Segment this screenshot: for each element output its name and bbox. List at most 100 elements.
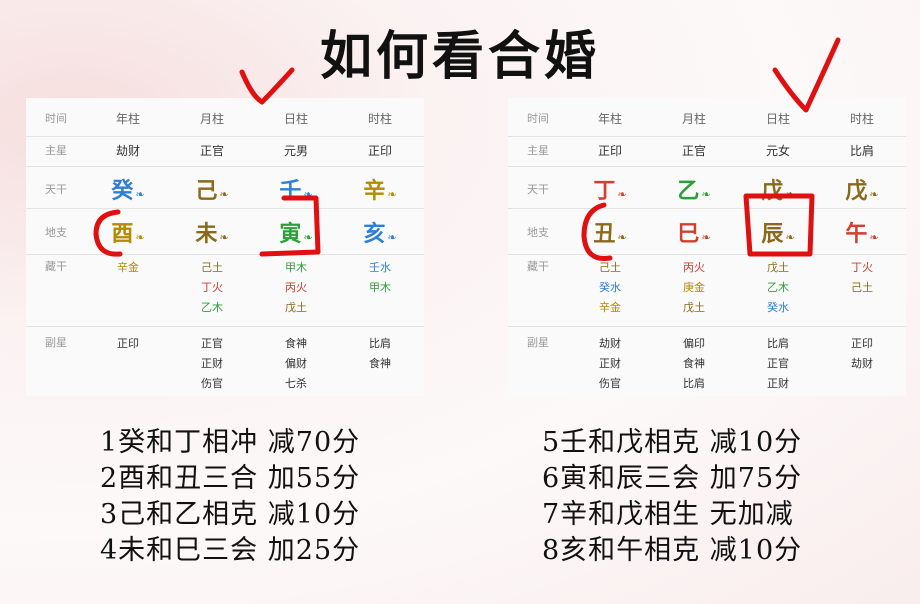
branch-char: 酉 bbox=[111, 222, 134, 247]
rule-6: 6寅和辰三会 加75分 bbox=[542, 463, 803, 494]
earthly-branch: 巳 ❧ bbox=[652, 216, 736, 248]
earthly-branch: 午 ❧ bbox=[820, 216, 904, 248]
bazi-chart-male: 时间 年柱 月柱 日柱 时柱 主星 劫财 正官 元男 正印 天干癸 ❧ 己 ❧ 壬 ❧ 辛 ❧ 地支酉 ❧ 未 ❧ 寅 ❧ 亥 ❧… bbox=[26, 98, 424, 396]
sub-star: 食神 bbox=[285, 337, 307, 350]
sub-star: 正财 bbox=[767, 377, 789, 390]
heavenly-stem: 乙 ❧ bbox=[652, 173, 736, 205]
left-row-main: 主星 劫财 正官 元男 正印 bbox=[26, 142, 424, 159]
main-star: 比肩 bbox=[849, 144, 874, 158]
divider-line bbox=[26, 136, 424, 137]
hidden-stem: 甲木 bbox=[369, 281, 391, 294]
right-row-head: 时间 年柱 月柱 日柱 时柱 bbox=[508, 110, 906, 127]
left-row-zhi: 地支酉 ❧ 未 ❧ 寅 ❧ 亥 ❧ bbox=[26, 212, 424, 252]
main-star: 正印 bbox=[597, 144, 622, 158]
hidden-stem: 丙火 bbox=[683, 261, 705, 274]
stem-char: 戊 bbox=[845, 179, 868, 204]
sub-star: 劫财 bbox=[599, 337, 621, 350]
sub-stars: 正印 劫财 bbox=[820, 334, 904, 394]
row-label: 副星 bbox=[45, 336, 67, 349]
sub-star: 七杀 bbox=[285, 377, 307, 390]
right-row-main: 主星 正印 正官 元女 比肩 bbox=[508, 142, 906, 159]
rule-8: 8亥和午相克 减10分 bbox=[542, 535, 803, 566]
element-icon: ❧ bbox=[135, 188, 145, 201]
hidden-stem: 壬水 bbox=[369, 261, 391, 274]
left-row-fu: 副星 正印 正官 正财 伤官 食神 偏财 七杀 比肩 食神 bbox=[26, 334, 424, 394]
sub-stars: 偏印 食神 比肩 bbox=[652, 334, 736, 394]
sub-star: 正印 bbox=[851, 337, 873, 350]
row-label: 主星 bbox=[45, 144, 67, 157]
rule-5: 5壬和戊相克 减10分 bbox=[542, 427, 803, 458]
main-star: 正官 bbox=[681, 144, 706, 158]
row-label: 藏干 bbox=[45, 260, 67, 273]
rule-1: 1癸和丁相冲 减70分 bbox=[100, 427, 361, 458]
sub-star: 正财 bbox=[599, 357, 621, 370]
right-row-fu: 副星 劫财 正财 伤官 偏印 食神 比肩 比肩 正官 正财 正印 劫财 bbox=[508, 334, 906, 394]
sub-stars: 劫财 正财 伤官 bbox=[568, 334, 652, 394]
left-row-cang: 藏干 辛金 己土 丁火 乙木 甲木 丙火 戊土 壬水 甲木 bbox=[26, 258, 424, 318]
element-icon: ❧ bbox=[617, 231, 627, 244]
heavenly-stem: 己 ❧ bbox=[170, 173, 254, 205]
main-star: 元女 bbox=[765, 144, 790, 158]
branch-char: 午 bbox=[845, 222, 868, 247]
pillar-header: 日柱 bbox=[765, 112, 790, 126]
stem-char: 乙 bbox=[677, 179, 700, 204]
page-title: 如何看合婚 bbox=[319, 26, 600, 87]
element-icon: ❧ bbox=[701, 231, 711, 244]
hidden-stem: 癸水 bbox=[599, 281, 621, 294]
hidden-stem: 己土 bbox=[851, 281, 873, 294]
sub-star: 食神 bbox=[683, 357, 705, 370]
divider-line bbox=[508, 326, 906, 327]
branch-char: 丑 bbox=[593, 222, 616, 247]
element-icon: ❧ bbox=[219, 188, 229, 201]
pillar-header: 时柱 bbox=[367, 112, 392, 126]
hidden-stem: 甲木 bbox=[285, 261, 307, 274]
heavenly-stem: 戊 ❧ bbox=[820, 173, 904, 205]
divider-line bbox=[26, 326, 424, 327]
hidden-stem: 辛金 bbox=[599, 301, 621, 314]
hidden-stems: 辛金 bbox=[86, 258, 170, 318]
pillar-header: 月柱 bbox=[199, 112, 224, 126]
sub-stars: 食神 偏财 七杀 bbox=[254, 334, 338, 394]
main-star: 元男 bbox=[283, 144, 308, 158]
left-row-head: 时间 年柱 月柱 日柱 时柱 bbox=[26, 110, 424, 127]
main-star: 正官 bbox=[199, 144, 224, 158]
sub-star: 正财 bbox=[201, 357, 223, 370]
sub-stars: 正印 bbox=[86, 334, 170, 394]
stem-char: 丁 bbox=[593, 179, 616, 204]
hidden-stems: 己土 癸水 辛金 bbox=[568, 258, 652, 318]
stem-char: 己 bbox=[195, 179, 218, 204]
hidden-stem: 戊土 bbox=[683, 301, 705, 314]
earthly-branch: 亥 ❧ bbox=[338, 216, 422, 248]
sub-stars: 比肩 正官 正财 bbox=[736, 334, 820, 394]
earthly-branch: 未 ❧ bbox=[170, 216, 254, 248]
sub-star: 比肩 bbox=[683, 377, 705, 390]
row-label: 地支 bbox=[527, 226, 549, 239]
row-label: 时间 bbox=[527, 112, 549, 125]
right-row-zhi: 地支丑 ❧ 巳 ❧ 辰 ❧ 午 ❧ bbox=[508, 212, 906, 252]
sub-star: 伤官 bbox=[599, 377, 621, 390]
element-icon: ❧ bbox=[219, 231, 229, 244]
left-row-gan: 天干癸 ❧ 己 ❧ 壬 ❧ 辛 ❧ bbox=[26, 172, 424, 206]
row-label: 时间 bbox=[45, 112, 67, 125]
hidden-stem: 癸水 bbox=[767, 301, 789, 314]
hidden-stem: 乙木 bbox=[201, 301, 223, 314]
branch-char: 未 bbox=[195, 222, 218, 247]
pillar-header: 时柱 bbox=[849, 112, 874, 126]
pillar-header: 月柱 bbox=[681, 112, 706, 126]
rule-2: 2酉和丑三合 加55分 bbox=[100, 463, 361, 494]
earthly-branch: 酉 ❧ bbox=[86, 216, 170, 248]
divider-line bbox=[508, 166, 906, 167]
branch-char: 辰 bbox=[761, 222, 784, 247]
rule-3: 3己和乙相克 减10分 bbox=[100, 499, 361, 530]
heavenly-stem: 戊 ❧ bbox=[736, 173, 820, 205]
sub-star: 正印 bbox=[117, 337, 139, 350]
element-icon: ❧ bbox=[701, 188, 711, 201]
element-icon: ❧ bbox=[869, 188, 879, 201]
earthly-branch: 丑 ❧ bbox=[568, 216, 652, 248]
hidden-stems: 丁火 己土 bbox=[820, 258, 904, 318]
hidden-stem: 乙木 bbox=[767, 281, 789, 294]
sub-stars: 比肩 食神 bbox=[338, 334, 422, 394]
right-row-cang: 藏干 己土 癸水 辛金 丙火 庚金 戊土 戊土 乙木 癸水 丁火 己土 bbox=[508, 258, 906, 318]
stem-char: 辛 bbox=[363, 179, 386, 204]
stem-char: 癸 bbox=[111, 179, 134, 204]
